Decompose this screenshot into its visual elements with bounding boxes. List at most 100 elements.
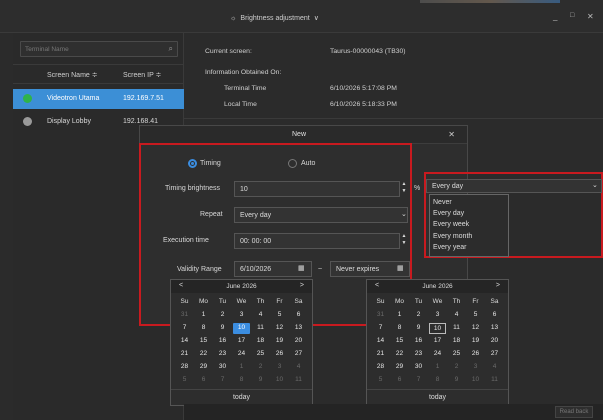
calendar-day[interactable]: 7 [372, 323, 389, 334]
calendar-day[interactable]: 5 [372, 375, 389, 386]
col-screen-ip[interactable]: Screen IP ≑ [123, 71, 161, 79]
calendar-day[interactable]: 1 [195, 310, 212, 321]
today-button[interactable]: today [171, 394, 312, 401]
calendar-day[interactable]: 2 [252, 362, 269, 373]
calendar-day[interactable]: 27 [290, 349, 307, 360]
calendar-day[interactable]: 24 [429, 349, 446, 360]
calendar-day[interactable]: 22 [391, 349, 408, 360]
calendar-day[interactable]: 8 [429, 375, 446, 386]
radio-auto[interactable] [288, 159, 297, 168]
calendar-day[interactable]: 6 [195, 375, 212, 386]
calendar-day[interactable]: 11 [252, 323, 269, 334]
calendar-day[interactable]: 4 [290, 362, 307, 373]
calendar-day[interactable]: 3 [467, 362, 484, 373]
read-back-button[interactable]: Read back [555, 406, 593, 418]
calendar-day[interactable]: 5 [467, 310, 484, 321]
close-button[interactable]: ✕ [587, 12, 594, 21]
calendar-day[interactable]: 28 [176, 362, 193, 373]
calendar-day[interactable]: 17 [429, 336, 446, 347]
calendar-day[interactable]: 13 [486, 323, 503, 334]
calendar-day[interactable]: 30 [214, 362, 231, 373]
brightness-stepper[interactable]: ▲ ▼ [401, 181, 407, 197]
calendar-day[interactable]: 6 [391, 375, 408, 386]
calendar-day[interactable]: 14 [176, 336, 193, 347]
calendar-day[interactable]: 4 [448, 310, 465, 321]
calendar-day[interactable]: 8 [195, 323, 212, 334]
calendar-day[interactable]: 25 [448, 349, 465, 360]
calendar-day[interactable]: 9 [448, 375, 465, 386]
calendar-day[interactable]: 27 [486, 349, 503, 360]
calendar-day[interactable]: 15 [195, 336, 212, 347]
calendar-day[interactable]: 14 [372, 336, 389, 347]
calendar-day[interactable]: 21 [176, 349, 193, 360]
calendar-day[interactable]: 8 [391, 323, 408, 334]
calendar-day[interactable]: 7 [176, 323, 193, 334]
calendar-day[interactable]: 31 [372, 310, 389, 321]
calendar-day[interactable]: 23 [410, 349, 427, 360]
terminal-search-input[interactable] [25, 44, 155, 55]
calendar-day[interactable]: 26 [467, 349, 484, 360]
calendar-day[interactable]: 17 [233, 336, 250, 347]
calendar-day[interactable]: 8 [233, 375, 250, 386]
calendar-day[interactable]: 6 [486, 310, 503, 321]
execution-time-input[interactable]: 00: 00: 00 [234, 233, 400, 249]
chevron-right-icon[interactable]: > [496, 282, 500, 289]
calendar-day[interactable]: 20 [486, 336, 503, 347]
chevron-left-icon[interactable]: < [375, 282, 379, 289]
calendar-day[interactable]: 11 [290, 375, 307, 386]
calendar-day[interactable]: 3 [429, 310, 446, 321]
calendar-day[interactable]: 7 [410, 375, 427, 386]
calendar-day[interactable]: 10 [233, 323, 250, 334]
calendar-day[interactable]: 30 [410, 362, 427, 373]
calendar-day[interactable]: 18 [448, 336, 465, 347]
calendar-day[interactable]: 10 [271, 375, 288, 386]
repeat-option-never[interactable]: Never [433, 199, 452, 206]
calendar-day[interactable]: 10 [429, 323, 446, 334]
chevron-right-icon[interactable]: > [300, 282, 304, 289]
calendar-day[interactable]: 7 [214, 375, 231, 386]
calendar-day[interactable]: 15 [391, 336, 408, 347]
calendar-day[interactable]: 16 [214, 336, 231, 347]
calendar-icon[interactable]: ▦ [397, 264, 404, 272]
calendar-day[interactable]: 28 [372, 362, 389, 373]
calendar-day[interactable]: 2 [214, 310, 231, 321]
calendar-day[interactable]: 2 [410, 310, 427, 321]
calendar-day[interactable]: 11 [486, 375, 503, 386]
calendar-day[interactable]: 23 [214, 349, 231, 360]
calendar-day[interactable]: 2 [448, 362, 465, 373]
maximize-button[interactable]: □ [570, 12, 574, 19]
repeat-dropdown-select[interactable]: Every day ⌄ [426, 179, 602, 193]
calendar-day[interactable]: 19 [467, 336, 484, 347]
minimize-button[interactable]: _ [553, 12, 557, 21]
calendar-day[interactable]: 4 [252, 310, 269, 321]
calendar-day[interactable]: 10 [467, 375, 484, 386]
calendar-day[interactable]: 12 [467, 323, 484, 334]
repeat-option-every-month[interactable]: Every month [433, 233, 472, 240]
repeat-select[interactable]: Every day ⌄ [234, 207, 408, 223]
repeat-option-every-day[interactable]: Every day [433, 210, 464, 217]
calendar-day[interactable]: 1 [429, 362, 446, 373]
calendar-day[interactable]: 5 [176, 375, 193, 386]
repeat-option-every-year[interactable]: Every year [433, 244, 466, 251]
validity-end-input[interactable]: Never expires ▦ [330, 261, 410, 277]
window-title[interactable]: ☼ Brightness adjustment ∨ [230, 14, 319, 23]
calendar-day[interactable]: 11 [448, 323, 465, 334]
calendar-day[interactable]: 26 [271, 349, 288, 360]
execution-time-stepper[interactable]: ▲ ▼ [401, 233, 407, 249]
calendar-day[interactable]: 24 [233, 349, 250, 360]
validity-start-input[interactable]: 6/10/2026 ▦ [234, 261, 312, 277]
calendar-day[interactable]: 5 [271, 310, 288, 321]
calendar-day[interactable]: 1 [233, 362, 250, 373]
calendar-day[interactable]: 1 [391, 310, 408, 321]
calendar-day[interactable]: 9 [214, 323, 231, 334]
calendar-day[interactable]: 21 [372, 349, 389, 360]
col-screen-name[interactable]: Screen Name ≑ [47, 71, 98, 79]
search-icon[interactable]: ⌕ [169, 44, 173, 54]
table-row[interactable]: Videotron Utama 192.169.7.51 [13, 89, 184, 109]
calendar-day[interactable]: 18 [252, 336, 269, 347]
calendar-day[interactable]: 13 [290, 323, 307, 334]
today-button[interactable]: today [367, 394, 508, 401]
calendar-day[interactable]: 22 [195, 349, 212, 360]
calendar-day[interactable]: 9 [410, 323, 427, 334]
timing-brightness-input[interactable]: 10 [234, 181, 400, 197]
